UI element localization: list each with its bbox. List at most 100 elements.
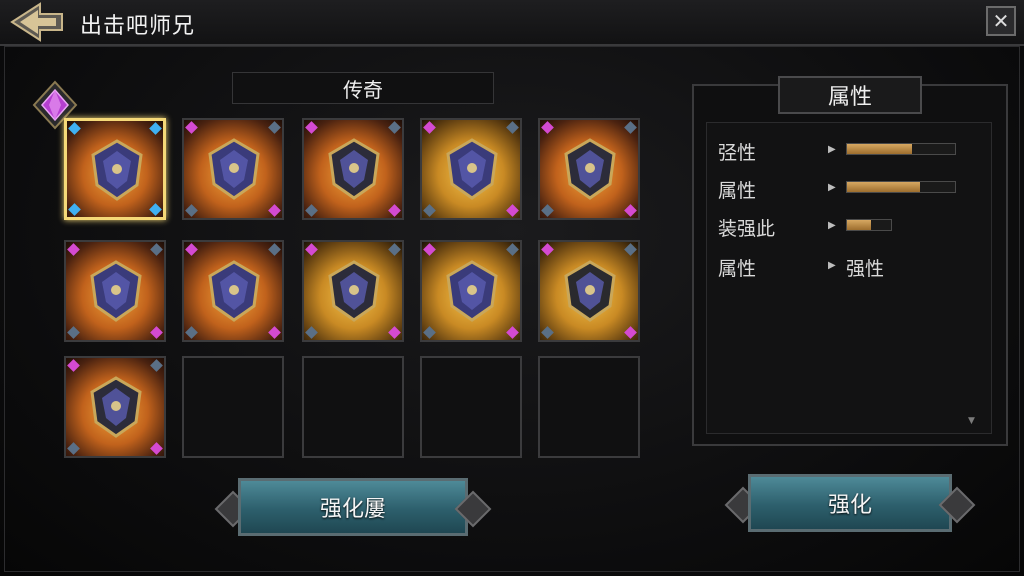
socket-gem-icon [624, 326, 637, 339]
socket-gem-icon [388, 121, 401, 134]
socket-gem-icon [624, 204, 637, 217]
socket-gem-icon [67, 359, 80, 372]
equipment-slot[interactable] [538, 118, 640, 220]
stat-row: 属性 ▶ [718, 176, 988, 204]
shield-item-icon [446, 260, 498, 322]
equipment-slot[interactable] [182, 240, 284, 342]
socket-gem-icon [305, 121, 318, 134]
equipment-slot[interactable] [302, 356, 404, 458]
socket-gem-icon [268, 326, 281, 339]
socket-gem-icon [305, 204, 318, 217]
socket-gem-icon [185, 204, 198, 217]
equipment-slot[interactable] [302, 240, 404, 342]
socket-gem-icon [68, 203, 81, 216]
socket-gem-icon [506, 326, 519, 339]
stat-row: 弪性 ▶ [718, 138, 988, 166]
socket-gem-icon [541, 204, 554, 217]
equipment-slot[interactable] [182, 118, 284, 220]
close-button[interactable]: ✕ [986, 6, 1016, 36]
stat-row: 装强此 ▶ [718, 214, 988, 242]
back-button[interactable] [6, 2, 66, 42]
socket-gem-icon [506, 243, 519, 256]
equipment-slot[interactable] [64, 356, 166, 458]
stat-value: 强性 [846, 258, 885, 280]
play-arrow-icon: ▶ [828, 182, 836, 193]
socket-gem-icon [150, 326, 163, 339]
equipment-slot[interactable] [538, 356, 640, 458]
socket-gem-icon [541, 243, 554, 256]
beast-item-icon [564, 260, 616, 322]
stat-bar-fill [847, 182, 921, 192]
equipment-grid [64, 118, 644, 458]
socket-gem-icon [388, 326, 401, 339]
socket-gem-icon [268, 204, 281, 217]
socket-gem-icon [541, 326, 554, 339]
header-bar: 出击吧师兄 ✕ [0, 0, 1024, 46]
play-arrow-icon: ▶ [828, 220, 836, 231]
socket-gem-icon [150, 243, 163, 256]
socket-gem-icon [149, 203, 162, 216]
socket-gem-icon [268, 121, 281, 134]
socket-gem-icon [423, 121, 436, 134]
socket-gem-icon [388, 204, 401, 217]
attribute-panel-title: 属性 [778, 76, 922, 114]
gauntlet-item-icon [208, 260, 260, 322]
socket-gem-icon [388, 243, 401, 256]
stat-label: 属性 [718, 180, 757, 202]
socket-gem-icon [423, 326, 436, 339]
socket-gem-icon [67, 326, 80, 339]
equipment-slot[interactable] [420, 356, 522, 458]
socket-gem-icon [67, 442, 80, 455]
equipment-slot[interactable] [64, 240, 166, 342]
blade-item-icon [208, 138, 260, 200]
play-arrow-icon: ▶ [828, 260, 836, 271]
stat-bar-fill [847, 220, 872, 230]
stat-bar-fill [847, 144, 912, 154]
page-title: 出击吧师兄 [80, 14, 196, 39]
socket-gem-icon [68, 122, 81, 135]
socket-gem-icon [185, 326, 198, 339]
socket-gem-icon [506, 121, 519, 134]
equipment-slot[interactable] [420, 118, 522, 220]
socket-gem-icon [268, 243, 281, 256]
stat-label: 属性 [718, 258, 757, 280]
equipment-slot[interactable] [302, 118, 404, 220]
scroll-down-icon[interactable]: ▼ [968, 416, 975, 426]
socket-gem-icon [150, 442, 163, 455]
shield-item-icon [446, 138, 498, 200]
socket-gem-icon [185, 121, 198, 134]
armor-item-icon [90, 376, 142, 438]
warrior-item-icon [328, 260, 380, 322]
close-icon: ✕ [992, 9, 1010, 33]
socket-gem-icon [150, 359, 163, 372]
socket-gem-icon [185, 243, 198, 256]
enhance-button[interactable]: 强化 [748, 474, 952, 532]
stat-bar [846, 181, 956, 193]
socket-gem-icon [423, 243, 436, 256]
play-arrow-icon: ▶ [828, 144, 836, 155]
socket-gem-icon [305, 243, 318, 256]
socket-gem-icon [423, 204, 436, 217]
stat-label: 装强此 [718, 218, 776, 240]
socket-gem-icon [506, 204, 519, 217]
equipment-slot[interactable] [182, 356, 284, 458]
socket-gem-icon [541, 121, 554, 134]
shield-item-icon [91, 139, 143, 201]
helmet-item-icon [564, 138, 616, 200]
socket-gem-icon [149, 122, 162, 135]
stat-label: 弪性 [718, 142, 757, 164]
equipment-slot[interactable] [64, 118, 166, 220]
stat-bar [846, 143, 956, 155]
vase-armor-item-icon [90, 260, 142, 322]
socket-gem-icon [624, 243, 637, 256]
enhance-chest-button[interactable]: 强化屢 [238, 478, 468, 536]
stat-row: 属性 ▶ 强性 [718, 254, 988, 282]
socket-gem-icon [67, 243, 80, 256]
equipment-slot[interactable] [420, 240, 522, 342]
rarity-tab-title: 传奇 [232, 72, 494, 104]
stat-bar [846, 219, 892, 231]
socket-gem-icon [305, 326, 318, 339]
socket-gem-icon [624, 121, 637, 134]
back-arrow-icon [10, 2, 63, 42]
equipment-slot[interactable] [538, 240, 640, 342]
